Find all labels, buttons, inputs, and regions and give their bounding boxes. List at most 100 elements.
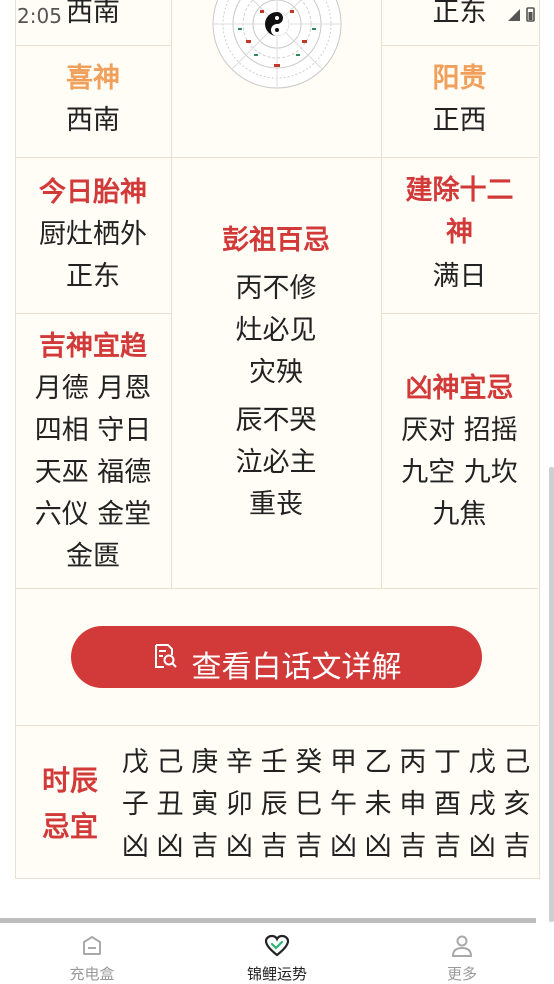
xiongshen-title: 凶神宜忌 [405,373,514,404]
status-icons [506,6,536,26]
pengzu-line: 灶必见 [235,315,317,346]
shichen-fortune-cell: 吉 [434,831,462,862]
shichen-fortune-cell: 凶 [225,831,253,862]
bagua-compass-icon [212,0,342,89]
shichen-stem-cell: 丁 [434,747,462,778]
shichen-stem-cell: 辛 [225,747,253,778]
shichen-branche-cell: 未 [364,789,392,820]
signal-icon [508,9,520,21]
taishen-title: 今日胎神 [39,177,147,208]
grid-divider [381,313,538,314]
shichen-title-line: 忌宜 [41,810,98,843]
shichen-title: 时辰 忌宜 [32,758,108,850]
grid-divider [15,313,171,314]
xishen-title: 喜神 [66,63,120,94]
person-icon [451,935,473,957]
bottom-tab-bar: 充电盒 锦鲤运势 更多 [0,924,554,984]
pengzu-title: 彭祖百忌 [222,225,330,256]
xishen-cell: 喜神 西南 [15,58,171,142]
jishen-title: 吉神宜趋 [39,331,147,362]
view-detail-label: 查看白话文详解 [191,650,402,685]
status-time: 2:05 [17,4,62,28]
tab-label: 更多 [446,965,477,983]
shichen-branche-cell: 酉 [434,789,462,820]
yanggui-cell: 阳贵 正西 [381,58,538,142]
xiongshen-line: 九空 九坎 [401,457,518,488]
shichen-branche-cell: 亥 [503,789,531,820]
shichen-fortune-cell: 凶 [468,831,496,862]
tab-koi-fortune[interactable]: 锦鲤运势 [217,924,337,984]
shichen-fortune-cell: 凶 [156,831,184,862]
xishen-value: 西南 [66,105,120,136]
yanggui-title: 阳贵 [432,63,487,94]
pengzu-line: 重丧 [249,489,303,520]
shichen-branche-cell: 卯 [225,789,253,820]
jishen-line: 金匮 [66,541,120,572]
shichen-fortune-cell: 吉 [191,831,219,862]
bottom-separator [0,918,536,923]
shichen-stem-cell: 乙 [364,747,392,778]
shichen-stem-cell: 己 [156,747,184,778]
grid-divider [15,45,171,46]
shichen-stem-cell: 戊 [121,747,149,778]
pengzu-line: 泣必主 [235,447,317,478]
shichen-fortune-cell: 吉 [503,831,531,862]
jishen-line: 四相 守日 [34,415,152,446]
shichen-branche-cell: 巳 [295,789,323,820]
jianchu-title: 建除十二 [405,175,514,206]
pengzu-line: 丙不修 [235,273,317,304]
jianchu-title: 神 [446,217,473,248]
shichen-stem-cell: 壬 [260,747,288,778]
tab-more[interactable]: 更多 [402,924,522,984]
tab-charging-box[interactable]: 充电盒 [32,924,152,984]
taishen-line: 正东 [66,261,120,292]
shichen-stem-cell: 丙 [399,747,427,778]
shichen-stem-cell: 甲 [329,747,357,778]
xiongshen-cell: 凶神宜忌 厌对 招摇 九空 九坎 九焦 [381,368,538,536]
tab-label: 锦鲤运势 [246,965,307,983]
jishen-line: 天巫 福德 [34,457,152,488]
shichen-title-line: 时辰 [41,764,98,797]
heart-icon [264,934,290,957]
pengzu-line: 灾殃 [249,357,303,388]
jianchu-value: 满日 [432,261,487,292]
shichen-branche-cell: 申 [399,789,427,820]
shichen-fortune-cell: 凶 [329,831,357,862]
xiongshen-line: 厌对 招摇 [401,415,518,446]
jishen-line: 月德 月恩 [34,373,152,404]
shichen-fortune-cell: 吉 [295,831,323,862]
tab-label: 充电盒 [69,965,115,983]
taishen-cell: 今日胎神 厨灶栖外 正东 [15,172,171,298]
pengzu-cell: 彭祖百忌 丙不修 灶必见 灾殃 辰不哭 泣必主 重丧 [171,220,381,526]
shichen-fortune-cell: 吉 [260,831,288,862]
jianchu-cell: 建除十二 神 满日 [381,170,538,298]
shichen-grid: 戊己庚辛壬癸甲乙丙丁戊己子丑寅卯辰巳午未申酉戌亥凶凶吉凶吉吉凶凶吉吉凶吉 [118,742,534,868]
view-detail-button[interactable]: 查看白话文详解 [71,626,482,688]
grid-divider [15,588,538,589]
grid-divider [15,725,538,726]
xiongshen-line: 九焦 [432,499,487,530]
shichen-stem-cell: 己 [503,747,531,778]
shichen-branche-cell: 辰 [260,789,288,820]
box-icon [83,936,101,955]
grid-divider [15,157,538,158]
jishen-line: 六仪 金堂 [34,499,152,530]
shichen-branche-cell: 寅 [191,789,219,820]
shichen-fortune-cell: 凶 [121,831,149,862]
shichen-stem-cell: 庚 [191,747,219,778]
shichen-stem-cell: 戊 [468,747,496,778]
pengzu-line: 辰不哭 [235,405,317,436]
shichen-branche-cell: 戌 [468,789,496,820]
shichen-branche-cell: 子 [121,789,149,820]
shichen-fortune-cell: 吉 [399,831,427,862]
shichen-branche-cell: 丑 [156,789,184,820]
grid-divider [381,45,538,46]
taishen-line: 厨灶栖外 [39,219,147,250]
scrollbar[interactable] [549,467,554,922]
shichen-fortune-cell: 凶 [364,831,392,862]
shichen-branche-cell: 午 [329,789,357,820]
document-search-icon [154,644,177,668]
shichen-stem-cell: 癸 [295,747,323,778]
yanggui-value: 正西 [432,105,487,136]
jishen-cell: 吉神宜趋 月德 月恩 四相 守日 天巫 福德 六仪 金堂 金匮 [15,326,171,578]
